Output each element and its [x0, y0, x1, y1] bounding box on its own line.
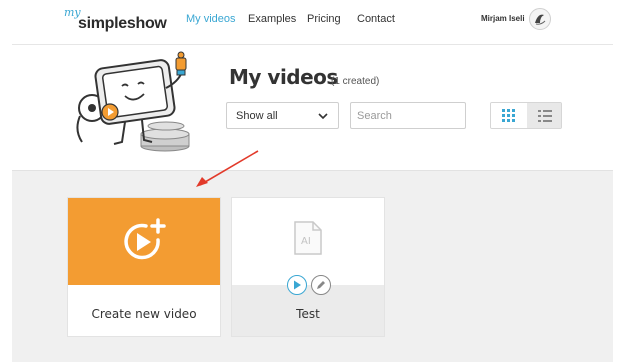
create-video-icon	[124, 218, 166, 260]
video-card-test[interactable]: AI Test	[231, 197, 385, 337]
create-new-video-label: Create new video	[91, 307, 197, 321]
chevron-down-icon	[318, 113, 328, 120]
filter-select[interactable]: Show all	[226, 102, 339, 129]
create-new-video-card[interactable]: Create new video	[67, 197, 221, 337]
nav-examples[interactable]: Examples	[248, 13, 296, 25]
create-card-header	[68, 198, 220, 285]
filter-selected-value: Show all	[236, 110, 278, 122]
header-divider	[12, 44, 613, 45]
nav-pricing[interactable]: Pricing	[307, 13, 341, 25]
grid-view-button[interactable]	[491, 103, 526, 128]
list-view-button[interactable]	[527, 103, 561, 128]
simpleshow-logo[interactable]: my simpleshow	[64, 6, 167, 36]
created-count: (1 created)	[331, 76, 380, 87]
logo-name: simpleshow	[78, 15, 167, 32]
top-navigation: my simpleshow My videos Examples Pricing…	[0, 0, 625, 42]
user-avatar-icon[interactable]	[529, 8, 551, 30]
play-icon	[294, 280, 301, 290]
play-video-button[interactable]	[287, 275, 307, 295]
list-view-icon	[538, 110, 552, 122]
video-title: Test	[296, 307, 320, 321]
svg-text:AI: AI	[301, 236, 311, 247]
video-thumbnail: AI	[232, 198, 384, 285]
mascot-illustration	[76, 51, 190, 152]
edit-pencil-icon	[317, 281, 325, 289]
nav-my-videos[interactable]: My videos	[186, 13, 236, 25]
document-ai-icon: AI	[294, 221, 322, 255]
user-name[interactable]: Mirjam Iseli	[481, 14, 525, 23]
page-title: My videos	[229, 65, 338, 89]
grid-view-icon	[502, 109, 515, 122]
edit-video-button[interactable]	[311, 275, 331, 295]
search-input[interactable]	[350, 102, 466, 129]
view-toggle	[490, 102, 562, 129]
nav-contact[interactable]: Contact	[357, 13, 395, 25]
